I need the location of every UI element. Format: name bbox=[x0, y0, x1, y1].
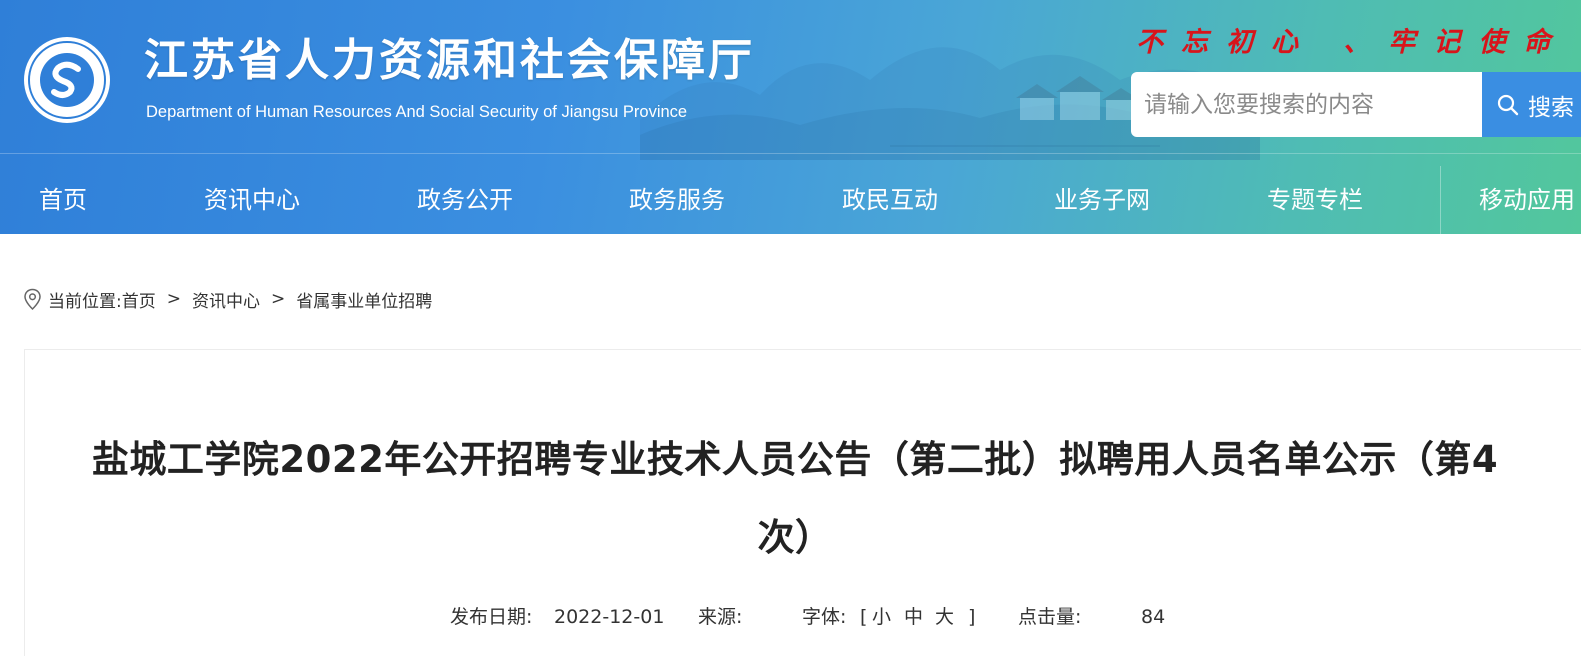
publish-date: 2022-12-01 bbox=[554, 606, 665, 628]
site-subtitle: Department of Human Resources And Social… bbox=[146, 103, 688, 121]
search-box bbox=[1131, 72, 1482, 137]
nav-item-news[interactable]: 资讯中心 bbox=[204, 166, 300, 234]
breadcrumb-separator: > bbox=[270, 289, 286, 309]
breadcrumb-item-recruitment[interactable]: 省属事业单位招聘 bbox=[296, 287, 432, 312]
nav-item-services[interactable]: 政务服务 bbox=[629, 166, 725, 234]
nav-item-gov-open[interactable]: 政务公开 bbox=[417, 166, 513, 234]
search-button[interactable]: 搜索 bbox=[1482, 72, 1581, 137]
site-title[interactable]: 江苏省人力资源和社会保障厅 bbox=[144, 33, 755, 89]
font-size-bracket-open: [ bbox=[860, 606, 868, 628]
nav-item-subsites[interactable]: 业务子网 bbox=[1054, 166, 1150, 234]
font-size-large-button[interactable]: 大 bbox=[935, 604, 954, 630]
site-header: 江苏省人力资源和社会保障厅 Department of Human Resour… bbox=[0, 0, 1581, 234]
publish-date-label: 发布日期: bbox=[450, 606, 533, 628]
font-size-bracket-close: ] bbox=[968, 606, 976, 628]
nav-item-home[interactable]: 首页 bbox=[39, 166, 87, 234]
search-button-label: 搜索 bbox=[1528, 94, 1574, 121]
breadcrumb-prefix: 当前位置: bbox=[48, 291, 122, 312]
search-icon bbox=[1497, 94, 1519, 115]
breadcrumb-item-home[interactable]: 首页 bbox=[122, 287, 156, 312]
article-title: 盐城工学院2022年公开招聘专业技术人员公告（第二批）拟聘用人员名单公示（第4次… bbox=[91, 438, 1499, 559]
hits-count: 84 bbox=[1141, 606, 1166, 628]
font-size-label: 字体: bbox=[802, 606, 847, 628]
font-size-small-button[interactable]: 小 bbox=[872, 604, 891, 630]
nav-item-topics[interactable]: 专题专栏 bbox=[1267, 166, 1363, 234]
breadcrumb-item-news[interactable]: 资讯中心 bbox=[192, 287, 260, 312]
slogan-banner: 不忘初心 、牢记使命 bbox=[1136, 27, 1569, 58]
header-divider bbox=[0, 153, 1581, 154]
jiangsu-hrss-emblem-icon bbox=[24, 37, 110, 123]
location-pin-icon bbox=[23, 288, 42, 311]
nav-item-interaction[interactable]: 政民互动 bbox=[842, 166, 938, 234]
nav-separator bbox=[1440, 166, 1441, 234]
breadcrumb-separator: > bbox=[166, 289, 181, 309]
search-input[interactable] bbox=[1131, 72, 1482, 137]
nav-item-mobile[interactable]: 移动应用 bbox=[1479, 166, 1575, 234]
hits-label: 点击量: bbox=[1018, 606, 1082, 628]
breadcrumb: 当前位置: 首页 > 资讯中心 > 省属事业单位招聘 bbox=[23, 286, 432, 312]
source-label: 来源: bbox=[698, 606, 743, 628]
font-size-medium-button[interactable]: 中 bbox=[904, 604, 923, 630]
main-nav: 首页 资讯中心 政务公开 政务服务 政民互动 业务子网 专题专栏 移动应用 bbox=[0, 166, 1581, 234]
